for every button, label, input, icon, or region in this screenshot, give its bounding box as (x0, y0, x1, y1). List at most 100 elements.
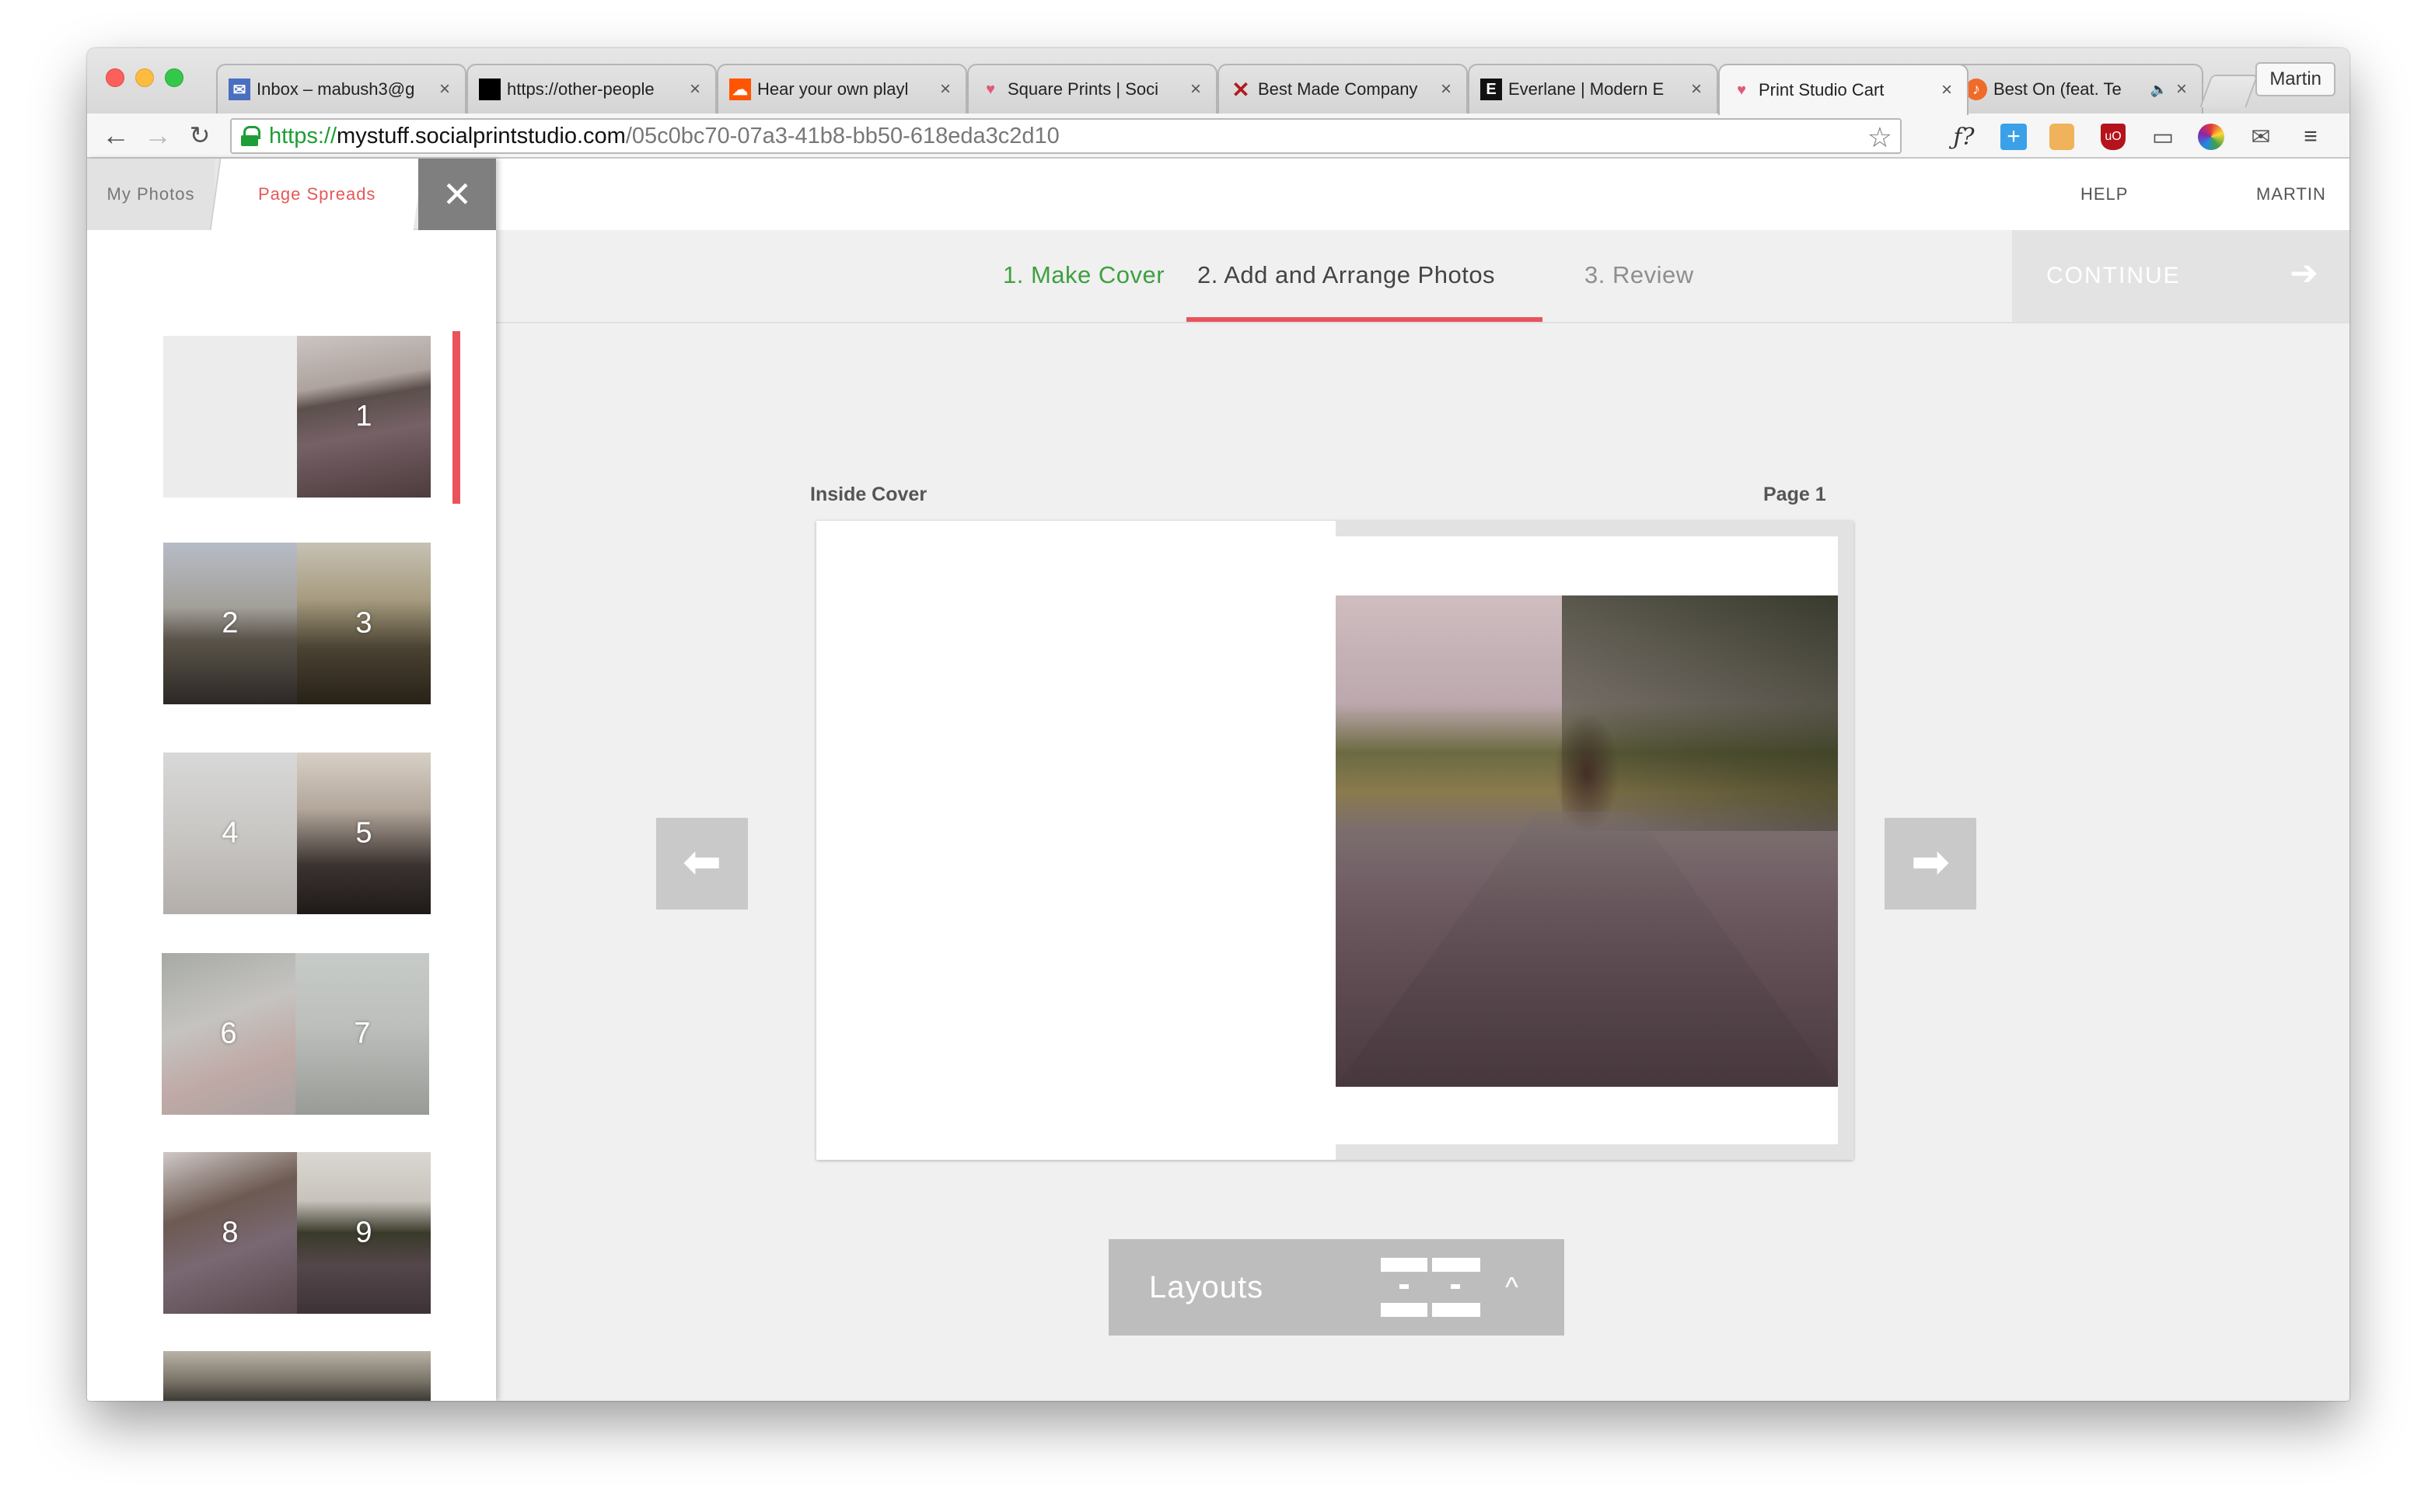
inside-cover-page[interactable] (816, 521, 1336, 1160)
heart-colorful-icon: ♥ (1737, 81, 1746, 99)
arrow-right-icon: ➔ (2290, 254, 2318, 292)
layouts-label: Layouts (1149, 1270, 1264, 1304)
chevron-up-icon: ^ (1505, 1271, 1518, 1303)
mail-check-icon[interactable]: ✉ (2245, 121, 2276, 152)
page-number: 4 (222, 816, 239, 850)
spread-thumbnail[interactable]: 8 9 (163, 1152, 431, 1314)
page-1-label: Page 1 (1763, 484, 1826, 505)
red-x-icon: ✕ (1231, 77, 1250, 102)
page-number: 9 (355, 1216, 372, 1249)
inbox-icon: ✉ (229, 79, 250, 100)
blank-page-thumb (163, 336, 297, 498)
url-text: https://mystuff.socialprintstudio.com/05… (269, 123, 1060, 148)
tab-title: Square Prints | Soci (1008, 79, 1159, 99)
plus-extension-icon[interactable]: + (2000, 124, 2027, 150)
color-picker-icon[interactable] (2198, 124, 2224, 150)
browser-tab[interactable]: ♥ Square Prints | Soci × (967, 64, 1217, 113)
reload-icon[interactable]: ↻ (183, 120, 216, 152)
lock-icon (241, 126, 260, 146)
photo-thumb: 2 (163, 543, 297, 704)
browser-tab[interactable]: https://other-people × (466, 64, 717, 113)
photo-thumb: 3 (297, 543, 431, 704)
page-photo[interactable] (1336, 595, 1838, 1087)
page-number: 7 (354, 1017, 371, 1050)
back-arrow-icon[interactable]: ← (100, 120, 132, 152)
close-sidebar-icon[interactable]: ✕ (418, 159, 496, 230)
layouts-button[interactable]: Layouts ^ (1109, 1239, 1564, 1336)
music-icon: ♪ (1965, 79, 1987, 100)
inside-cover-label: Inside Cover (810, 484, 928, 505)
help-link[interactable]: HELP (2080, 159, 2128, 230)
address-bar[interactable]: https://mystuff.socialprintstudio.com/05… (230, 118, 1902, 154)
browser-tab[interactable]: ♪ Best On (feat. Te 🔈 × (1953, 64, 2203, 113)
speaker-icon[interactable]: 🔈 (2150, 82, 2168, 98)
page-number: 3 (355, 606, 372, 640)
tab-page-spreads-label: Page Spreads (258, 184, 376, 204)
next-spread-arrow-icon[interactable]: ➡ (1885, 818, 1976, 910)
spread-thumbnail[interactable]: 4 5 (163, 753, 431, 914)
step-make-cover[interactable]: 1. Make Cover (1003, 230, 1165, 323)
new-tab-button[interactable] (2199, 75, 2259, 107)
tab-close-icon[interactable]: × (686, 79, 704, 100)
tab-title: Hear your own playl (757, 79, 909, 99)
zoom-window-button[interactable] (165, 68, 183, 87)
tab-title: https://other-people (507, 79, 655, 99)
tab-title: Best On (feat. Te (1993, 79, 2122, 99)
face-extension-icon[interactable] (2049, 124, 2074, 150)
page-number: 1 (355, 400, 372, 433)
browser-tab[interactable]: ☁ Hear your own playl × (717, 64, 967, 113)
forward-arrow-icon[interactable]: → (141, 120, 174, 152)
page-1[interactable] (1336, 536, 1838, 1144)
browser-tab[interactable]: ✉ Inbox – mabush3@g × (216, 64, 466, 113)
profile-button[interactable]: Martin (2255, 62, 2335, 96)
close-window-button[interactable] (106, 68, 124, 87)
soundcloud-icon: ☁ (729, 79, 751, 100)
tab-strip: ✉ Inbox – mabush3@g × https://other-peop… (87, 48, 2349, 115)
selected-spread-indicator (452, 331, 460, 504)
tab-close-icon[interactable]: × (1186, 79, 1205, 100)
photo-thumb: 8 (163, 1152, 297, 1314)
layout-grid-icon (1381, 1258, 1480, 1317)
black-square-icon (479, 79, 501, 100)
photo-thumb: 1 (297, 336, 431, 498)
heart-colorful-icon: ♥ (986, 80, 995, 98)
everlane-e-icon: E (1480, 79, 1502, 100)
tab-close-icon[interactable]: × (1687, 79, 1706, 100)
photo-thumb: 5 (297, 753, 431, 914)
bookmark-star-icon[interactable]: ☆ (1867, 121, 1892, 154)
tab-close-icon[interactable]: × (435, 79, 454, 100)
tab-my-photos[interactable]: My Photos (87, 159, 215, 230)
page-number: 8 (222, 1216, 239, 1249)
cast-icon[interactable]: ▭ (2147, 121, 2178, 152)
spread-thumbnail[interactable]: 2 3 (163, 543, 431, 704)
photo-thumb: 4 (163, 753, 297, 914)
browser-tab[interactable]: ✕ Best Made Company × (1217, 64, 1468, 113)
spread-thumbnail[interactable]: 6 7 (162, 953, 429, 1115)
tab-title: Everlane | Modern E (1508, 79, 1665, 99)
page-spread (816, 521, 1853, 1160)
step-add-arrange-photos[interactable]: 2. Add and Arrange Photos (1197, 230, 1495, 323)
app-header: HELP MARTIN (496, 159, 2349, 230)
browser-toolbar: ← → ↻ https://mystuff.socialprintstudio.… (87, 113, 2349, 159)
spread-thumbnail[interactable]: 1 (163, 336, 431, 498)
continue-button[interactable]: CONTINUE ➔ (2012, 230, 2349, 322)
minimize-window-button[interactable] (135, 68, 154, 87)
tab-close-icon[interactable]: × (936, 79, 955, 100)
tab-page-spreads[interactable]: Page Spreads (209, 159, 424, 230)
browser-window: ✉ Inbox – mabush3@g × https://other-peop… (87, 48, 2349, 1401)
ublock-icon[interactable]: uO (2101, 124, 2126, 150)
page-number: 5 (355, 816, 372, 850)
browser-tab-active[interactable]: ♥ Print Studio Cart × (1718, 64, 1969, 115)
browser-tab[interactable]: E Everlane | Modern E × (1468, 64, 1718, 113)
photo-thumb: 9 (297, 1152, 431, 1314)
tab-title: Inbox – mabush3@g (257, 79, 415, 99)
user-menu-link[interactable]: MARTIN (2256, 159, 2326, 230)
spread-thumbnail-partial[interactable] (163, 1351, 431, 1401)
tab-close-icon[interactable]: × (1437, 79, 1455, 100)
step-review[interactable]: 3. Review (1584, 230, 1694, 323)
prev-spread-arrow-icon[interactable]: ⬅ (656, 818, 748, 910)
menu-icon[interactable]: ≡ (2295, 121, 2326, 152)
tab-close-icon[interactable]: × (2172, 79, 2191, 100)
font-identify-icon[interactable]: ƒ? (1948, 121, 1979, 152)
tab-close-icon[interactable]: × (1937, 79, 1956, 101)
